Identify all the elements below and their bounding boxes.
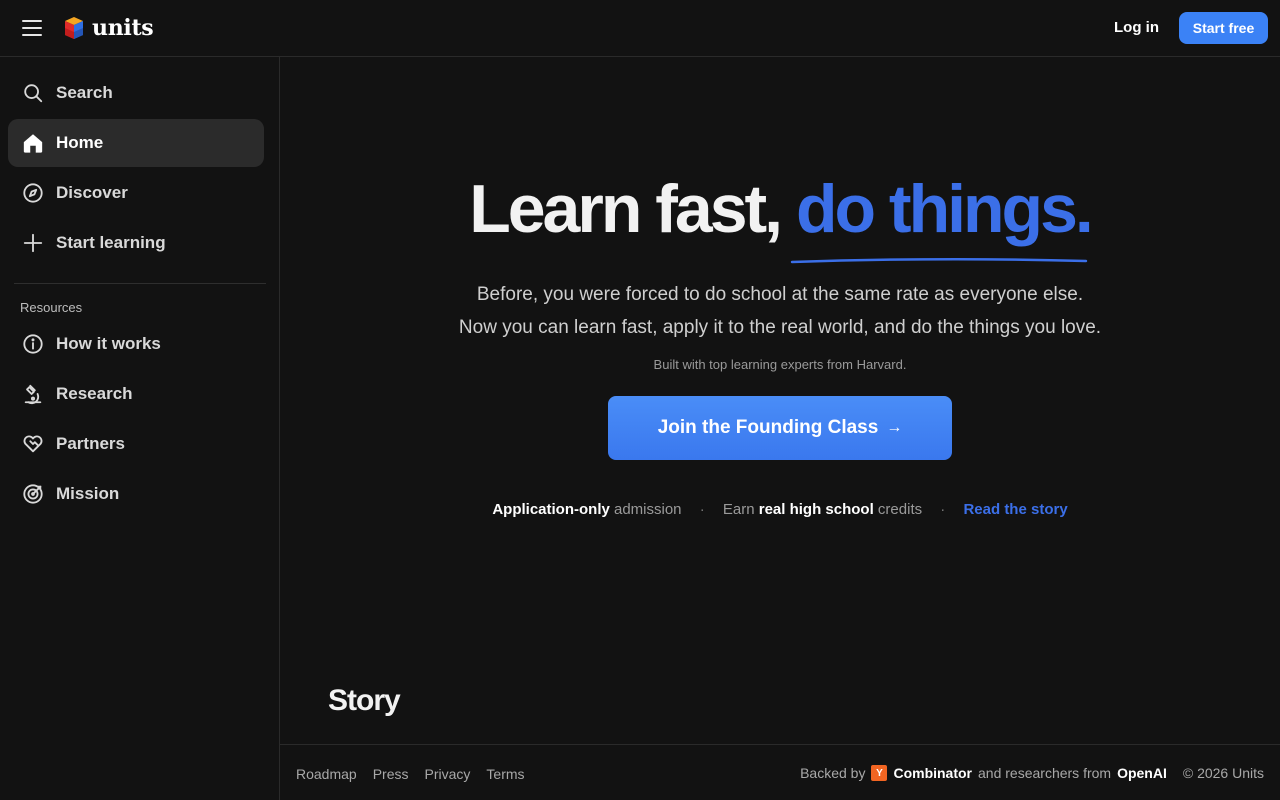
combinator-text: Combinator (893, 765, 973, 781)
fact2-pre: Earn (722, 501, 759, 518)
hamburger-menu-icon[interactable] (20, 17, 44, 39)
fact1-rest: admission (609, 501, 682, 518)
search-icon (22, 82, 44, 104)
sidebar-item-label: Research (56, 384, 133, 403)
sidebar-item-start-learning[interactable]: Start learning (8, 219, 264, 267)
backed-by: Backed by Y Combinator and researchers f… (800, 765, 1264, 781)
logo-text: units (92, 15, 154, 41)
ycombinator-logo-icon: Y (871, 765, 888, 781)
fact2-rest: credits (873, 501, 923, 518)
read-story-link[interactable]: Read the story (963, 501, 1067, 518)
sidebar-item-discover[interactable]: Discover (8, 169, 264, 217)
cta-label: Join the Founding Class (657, 417, 879, 438)
hero-subtitle-line1: Before, you were forced to do school at … (476, 284, 1084, 305)
facts-row: Application-only admission · Earn real h… (280, 501, 1280, 518)
footer-link-press[interactable]: Press (373, 766, 409, 782)
compass-icon (22, 182, 44, 204)
sidebar-item-how-it-works[interactable]: How it works (8, 320, 264, 368)
backed-by-label: Backed by (800, 765, 866, 781)
fact2-bold: real high school (758, 501, 874, 518)
hero-title: Learn fast, do things. (280, 170, 1280, 248)
copyright: © 2026 Units (1182, 765, 1264, 781)
sidebar-item-label: Home (56, 133, 104, 152)
built-with-text: Built with top learning experts from Har… (653, 357, 907, 372)
sidebar-item-label: Discover (56, 183, 128, 202)
target-icon (22, 483, 44, 505)
sidebar: Search Home Discover Start learning Reso… (0, 57, 280, 800)
start-free-button[interactable]: Start free (1179, 12, 1268, 44)
sidebar-item-home[interactable]: Home (8, 119, 264, 167)
researchers-from-text: and researchers from (978, 765, 1112, 781)
footer-link-privacy[interactable]: Privacy (425, 766, 471, 782)
sidebar-item-label: Mission (56, 484, 120, 503)
join-founding-class-button[interactable]: Join the Founding Class → (608, 396, 952, 460)
sidebar-divider (14, 283, 266, 284)
sidebar-item-label: How it works (56, 334, 161, 353)
sidebar-item-mission[interactable]: Mission (8, 470, 264, 518)
footer-link-terms[interactable]: Terms (486, 766, 524, 782)
login-link[interactable]: Log in (1114, 19, 1159, 36)
info-icon (22, 333, 44, 355)
home-icon (22, 132, 44, 154)
openai-text: OpenAI (1117, 765, 1167, 781)
plus-icon (22, 232, 44, 254)
accent-underline (790, 257, 1088, 264)
sidebar-item-label: Start learning (56, 233, 166, 252)
separator-dot: · (940, 501, 946, 518)
footer-links: Roadmap Press Privacy Terms (296, 766, 525, 782)
fact1-bold: Application-only (492, 501, 610, 518)
hero-title-accent: do things. (795, 171, 1094, 247)
sidebar-item-label: Partners (56, 434, 125, 453)
sidebar-item-search[interactable]: Search (8, 69, 264, 117)
top-bar: units Log in Start free (0, 0, 1280, 57)
story-heading: Story (328, 684, 401, 717)
footer: Roadmap Press Privacy Terms Backed by Y … (280, 744, 1280, 800)
sidebar-item-research[interactable]: Research (8, 370, 264, 418)
footer-link-roadmap[interactable]: Roadmap (296, 766, 357, 782)
hero-subtitle-line2: Now you can learn fast, apply it to the … (458, 317, 1102, 338)
handshake-heart-icon (22, 433, 44, 455)
sidebar-item-label: Search (56, 83, 113, 102)
sidebar-item-partners[interactable]: Partners (8, 420, 264, 468)
separator-dot: · (699, 501, 705, 518)
arrow-right-icon: → (886, 419, 903, 436)
logo[interactable]: units (62, 15, 154, 41)
hero-title-main: Learn fast, (469, 171, 796, 247)
units-logo-icon (65, 17, 83, 39)
resources-heading: Resources (20, 300, 83, 315)
microscope-icon (22, 383, 44, 405)
